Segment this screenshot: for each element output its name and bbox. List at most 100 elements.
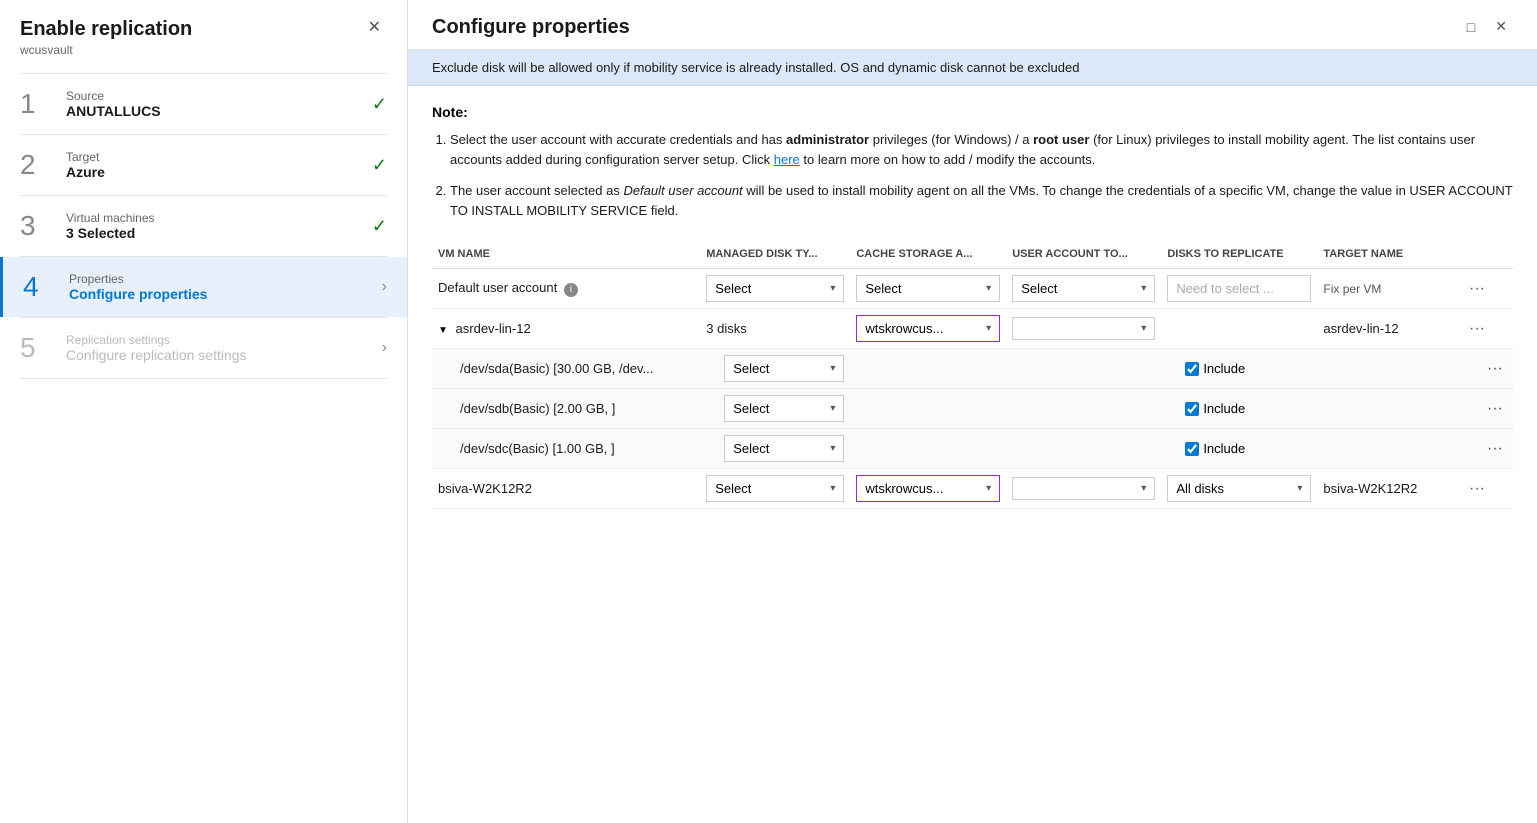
right-header: Configure properties □ ✕ bbox=[408, 0, 1537, 50]
sdb-more-button[interactable]: ··· bbox=[1483, 398, 1507, 420]
left-header-content: Enable replication wcusvault bbox=[20, 18, 192, 57]
step-2-number: 2 bbox=[20, 149, 56, 181]
right-panel-close-button[interactable]: ✕ bbox=[1489, 16, 1513, 37]
caret-down-icon: ▾ bbox=[830, 283, 835, 294]
right-header-actions: □ ✕ bbox=[1461, 16, 1513, 37]
asrdev-user-cell: ▾ bbox=[1006, 309, 1161, 349]
sdc-include-label: Include bbox=[1203, 441, 1245, 456]
asrdev-more-button[interactable]: ··· bbox=[1465, 318, 1489, 340]
default-managed-disk-select[interactable]: Select ▾ bbox=[706, 275, 844, 302]
caret-down-icon: ▾ bbox=[1141, 323, 1146, 334]
sda-more-cell: ··· bbox=[1459, 349, 1513, 389]
caret-down-icon: ▾ bbox=[830, 443, 835, 454]
sdb-managed-disk-select[interactable]: Select ▾ bbox=[724, 395, 844, 422]
sdc-include-checkbox[interactable] bbox=[1185, 442, 1199, 456]
default-cache-storage-select[interactable]: Select ▾ bbox=[856, 275, 1000, 302]
expand-icon[interactable]: ▼ bbox=[438, 325, 448, 336]
asrdev-cache-select[interactable]: wtskrowcus... ▾ bbox=[856, 315, 1000, 342]
default-more-cell: ··· bbox=[1459, 269, 1513, 309]
sda-include-cell: Include bbox=[1185, 361, 1311, 376]
table-row: /dev/sda(Basic) [30.00 GB, /dev... Selec… bbox=[432, 349, 1513, 389]
fix-per-vm-label: Fix per VM bbox=[1323, 282, 1381, 296]
step-1-source[interactable]: 1 Source ANUTALLUCS ✓ bbox=[0, 74, 407, 134]
asrdev-user-select[interactable]: ▾ bbox=[1012, 317, 1155, 340]
sdc-more-button[interactable]: ··· bbox=[1483, 438, 1507, 460]
bsiva-user-select[interactable]: ▾ bbox=[1012, 477, 1155, 500]
default-target-cell: Fix per VM bbox=[1317, 269, 1459, 309]
sdc-managed-disk-select[interactable]: Select ▾ bbox=[724, 435, 844, 462]
sdc-target-cell bbox=[1317, 429, 1459, 469]
bsiva-more-button[interactable]: ··· bbox=[1465, 478, 1489, 500]
here-link[interactable]: here bbox=[774, 152, 800, 167]
table-body: Default user account i Select ▾ Select ▾ bbox=[432, 269, 1513, 509]
sda-include-label: Include bbox=[1203, 361, 1245, 376]
step-5-label: Replication settings bbox=[66, 333, 382, 347]
sdc-cache-cell bbox=[850, 429, 1006, 469]
sdb-include-checkbox[interactable] bbox=[1185, 402, 1199, 416]
step-5-arrow-icon: › bbox=[382, 339, 387, 357]
default-more-button[interactable]: ··· bbox=[1465, 278, 1489, 300]
default-vm-name: Default user account i bbox=[432, 269, 700, 309]
table-row: Default user account i Select ▾ Select ▾ bbox=[432, 269, 1513, 309]
sda-include-checkbox[interactable] bbox=[1185, 362, 1199, 376]
caret-down-icon: ▾ bbox=[986, 323, 991, 334]
step-4-info: Properties Configure properties bbox=[69, 272, 382, 302]
step-2-label: Target bbox=[66, 150, 372, 164]
step-3-check-icon: ✓ bbox=[372, 216, 387, 237]
col-header-vm: VM NAME bbox=[432, 240, 700, 269]
col-header-target: TARGET NAME bbox=[1317, 240, 1459, 269]
step-2-target[interactable]: 2 Target Azure ✓ bbox=[0, 135, 407, 195]
sdb-user-cell bbox=[1006, 389, 1161, 429]
bsiva-disks-select[interactable]: All disks ▾ bbox=[1167, 475, 1311, 502]
step-3-number: 3 bbox=[20, 210, 56, 242]
sda-name-cell: /dev/sda(Basic) [30.00 GB, /dev... bbox=[432, 349, 700, 389]
sdb-cache-cell bbox=[850, 389, 1006, 429]
sdb-include-label: Include bbox=[1203, 401, 1245, 416]
left-panel-close-button[interactable]: ✕ bbox=[362, 18, 387, 38]
sdc-disk-name: /dev/sdc(Basic) [1.00 GB, ] bbox=[460, 441, 615, 456]
info-icon[interactable]: i bbox=[564, 283, 578, 297]
step-4-number: 4 bbox=[23, 271, 59, 303]
sda-more-button[interactable]: ··· bbox=[1483, 358, 1507, 380]
note-section: Note: Select the user account with accur… bbox=[432, 104, 1513, 220]
sdc-managed-disk-cell: Select ▾ bbox=[700, 429, 850, 469]
step-4-label: Properties bbox=[69, 272, 382, 286]
sda-disks-cell: Include bbox=[1161, 349, 1317, 389]
col-header-more bbox=[1459, 240, 1513, 269]
col-header-disk: MANAGED DISK TY... bbox=[700, 240, 850, 269]
note-item-2: The user account selected as Default use… bbox=[450, 181, 1513, 220]
sda-cache-cell bbox=[850, 349, 1006, 389]
asrdev-target-name: asrdev-lin-12 bbox=[1323, 321, 1398, 336]
caret-down-icon: ▾ bbox=[830, 363, 835, 374]
asrdev-target-cell: asrdev-lin-12 bbox=[1317, 309, 1459, 349]
table-row: ▼ asrdev-lin-12 3 disks wtskrowcus... ▾ bbox=[432, 309, 1513, 349]
left-header: Enable replication wcusvault ✕ bbox=[0, 0, 407, 63]
sdb-disk-name: /dev/sdb(Basic) [2.00 GB, ] bbox=[460, 401, 615, 416]
step-3-label: Virtual machines bbox=[66, 211, 372, 225]
table-row: /dev/sdb(Basic) [2.00 GB, ] Select ▾ I bbox=[432, 389, 1513, 429]
configure-properties-title: Configure properties bbox=[432, 16, 630, 39]
step-1-label: Source bbox=[66, 89, 372, 103]
bsiva-cache-select[interactable]: wtskrowcus... ▾ bbox=[856, 475, 1000, 502]
default-user-account-select[interactable]: Select ▾ bbox=[1012, 275, 1155, 302]
step-1-value: ANUTALLUCS bbox=[66, 103, 372, 119]
asrdev-more-cell: ··· bbox=[1459, 309, 1513, 349]
caret-down-icon: ▾ bbox=[1297, 483, 1302, 494]
bsiva-managed-disk-select[interactable]: Select ▾ bbox=[706, 475, 844, 502]
caret-down-icon: ▾ bbox=[830, 483, 835, 494]
step-3-vms[interactable]: 3 Virtual machines 3 Selected ✓ bbox=[0, 196, 407, 256]
config-table: VM NAME MANAGED DISK TY... CACHE STORAGE… bbox=[432, 240, 1513, 509]
step-list: 1 Source ANUTALLUCS ✓ 2 Target Azure ✓ 3… bbox=[0, 63, 407, 823]
asrdev-disk-count-cell: 3 disks bbox=[700, 309, 850, 349]
step-5-replication[interactable]: 5 Replication settings Configure replica… bbox=[0, 318, 407, 378]
sda-disk-name: /dev/sda(Basic) [30.00 GB, /dev... bbox=[460, 361, 653, 376]
left-panel: Enable replication wcusvault ✕ 1 Source … bbox=[0, 0, 408, 823]
sda-user-cell bbox=[1006, 349, 1161, 389]
step-1-number: 1 bbox=[20, 88, 56, 120]
default-managed-disk-cell: Select ▾ bbox=[700, 269, 850, 309]
maximize-button[interactable]: □ bbox=[1461, 16, 1481, 37]
step-4-arrow-icon: › bbox=[382, 278, 387, 296]
caret-down-icon: ▾ bbox=[1141, 483, 1146, 494]
step-4-properties[interactable]: 4 Properties Configure properties › bbox=[0, 257, 407, 317]
sda-managed-disk-select[interactable]: Select ▾ bbox=[724, 355, 844, 382]
